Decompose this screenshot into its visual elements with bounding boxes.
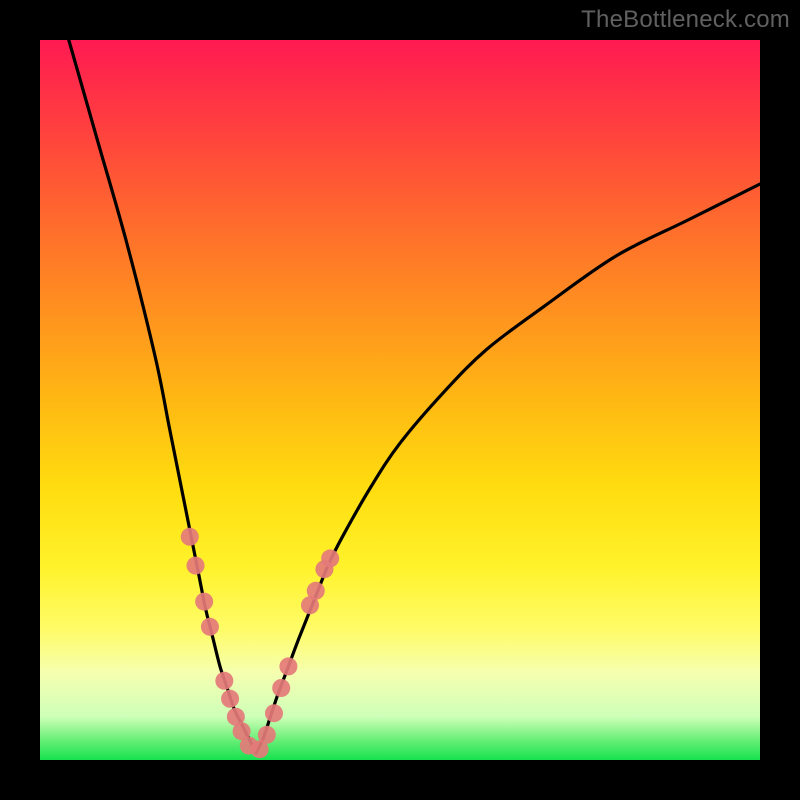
- watermark-text: TheBottleneck.com: [581, 6, 790, 34]
- marker-dot: [221, 690, 239, 708]
- marker-dot: [201, 618, 219, 636]
- marker-dot: [272, 679, 290, 697]
- curves-group: [69, 40, 760, 753]
- marker-dot: [195, 593, 213, 611]
- marker-dot: [258, 726, 276, 744]
- marker-dot: [181, 528, 199, 546]
- marker-dot: [215, 672, 233, 690]
- marker-dot: [307, 582, 325, 600]
- curve-right-curve: [256, 184, 760, 753]
- chart-frame: TheBottleneck.com: [0, 0, 800, 800]
- markers-group: [181, 528, 339, 758]
- marker-dot: [265, 704, 283, 722]
- marker-dot: [279, 657, 297, 675]
- marker-dot: [187, 557, 205, 575]
- plot-area: [40, 40, 760, 760]
- marker-dot: [321, 549, 339, 567]
- chart-svg: [40, 40, 760, 760]
- curve-left-curve: [69, 40, 256, 753]
